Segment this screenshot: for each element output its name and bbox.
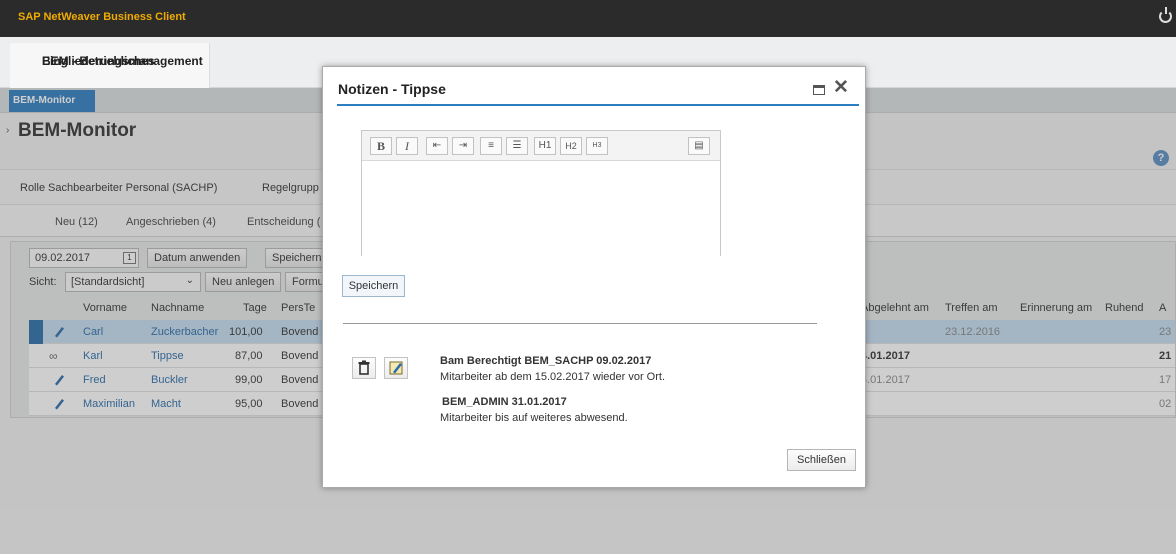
rich-text-editor[interactable]: B I ⇤ ⇥ ≡ ☰ H1 H2 H3 ▤ (361, 130, 721, 256)
maximize-icon[interactable] (813, 85, 825, 95)
editor-toolbar: B I ⇤ ⇥ ≡ ☰ H1 H2 H3 ▤ (362, 131, 720, 161)
delete-note-button[interactable] (352, 357, 376, 379)
close-dialog-button[interactable]: Schließen (787, 449, 856, 471)
note-entry: BEM_ADMIN 31.01.2017 Mitarbeiter bis auf… (440, 396, 628, 424)
note-body: Mitarbeiter ab dem 15.02.2017 wieder vor… (440, 371, 666, 383)
trash-icon (358, 360, 370, 375)
edit-note-button[interactable] (384, 357, 408, 379)
shell-header: SAP NetWeaver Business Client (0, 0, 1176, 37)
divider (343, 323, 817, 324)
workcenter-tab-bem[interactable]: BEM - Betriebliches Eingliederungsmanagem… (10, 43, 210, 88)
power-icon[interactable] (1159, 7, 1172, 23)
close-icon[interactable]: ✕ (833, 78, 849, 98)
h3-button[interactable]: H3 (586, 137, 608, 155)
justify-icon[interactable]: ▤ (688, 137, 710, 155)
h1-button[interactable]: H1 (534, 137, 556, 155)
bold-button[interactable]: B (370, 137, 392, 155)
notes-dialog: Notizen - Tippse ✕ B I ⇤ ⇥ ≡ ☰ H1 H2 H3 … (322, 66, 866, 488)
note-header: BEM_ADMIN 31.01.2017 (442, 396, 567, 408)
title-underline (337, 104, 859, 106)
ordered-list-icon[interactable]: ≡ (480, 137, 502, 155)
edit-note-icon (389, 361, 403, 375)
note-header: Bam Berechtigt BEM_SACHP 09.02.2017 (440, 355, 652, 367)
bullet-list-icon[interactable]: ☰ (506, 137, 528, 155)
italic-button[interactable]: I (396, 137, 418, 155)
outdent-icon[interactable]: ⇤ (426, 137, 448, 155)
note-entry: Bam Berechtigt BEM_SACHP 09.02.2017 Mita… (440, 355, 665, 383)
workcenter-tab-line2: Eingliederungsmanagement (42, 54, 203, 68)
dialog-title: Notizen - Tippse (338, 81, 446, 97)
h2-button[interactable]: H2 (560, 137, 582, 155)
note-body: Mitarbeiter bis auf weiteres abwesend. (440, 412, 628, 424)
indent-icon[interactable]: ⇥ (452, 137, 474, 155)
app-title: SAP NetWeaver Business Client (18, 11, 186, 23)
save-note-button[interactable]: Speichern (342, 275, 405, 297)
